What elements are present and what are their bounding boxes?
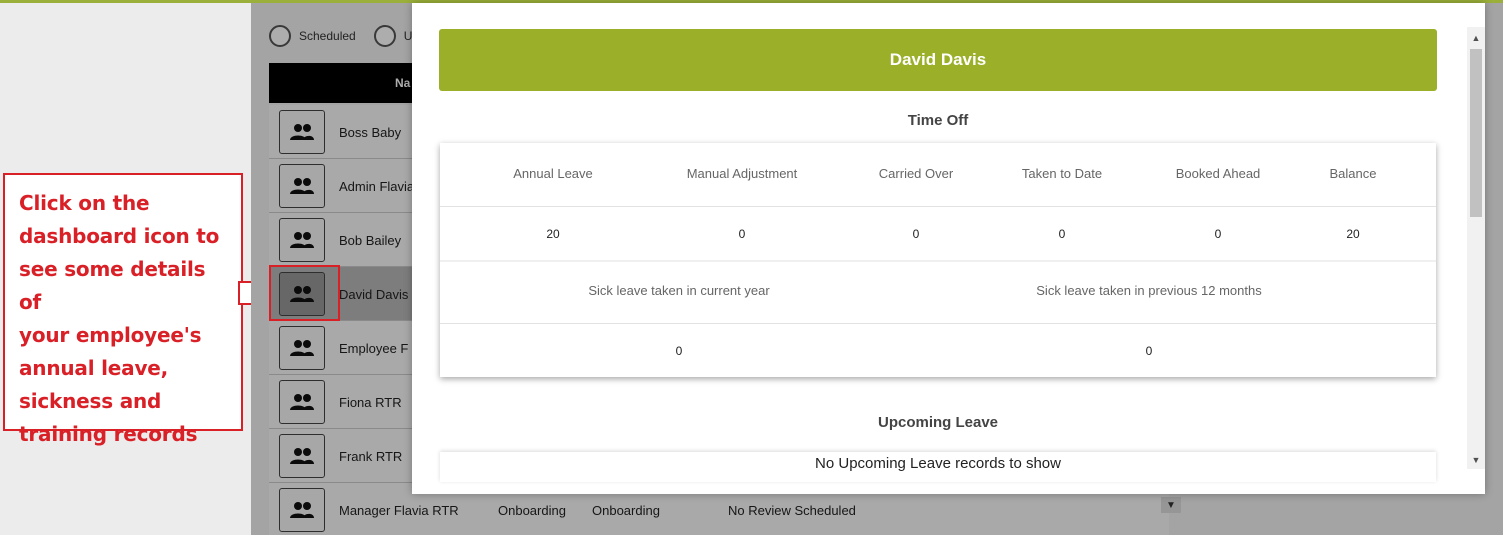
employee-name: Bob Bailey <box>339 233 402 248</box>
scroll-down-icon[interactable]: ▼ <box>1471 455 1481 465</box>
dashboard-button[interactable] <box>279 434 325 478</box>
header-booked-ahead: Booked Ahead <box>1175 166 1261 181</box>
dashboard-button[interactable] <box>279 488 325 532</box>
scrollbar-thumb[interactable] <box>1470 49 1482 217</box>
value-manual-adjustment: 0 <box>738 227 746 241</box>
instruction-callout: Click on the dashboard icon to see some … <box>3 173 243 446</box>
header-sick-previous-12-months: Sick leave taken in previous 12 months <box>1036 283 1262 298</box>
header-sick-current-year: Sick leave taken in current year <box>588 283 770 298</box>
radio-button[interactable] <box>269 25 291 47</box>
header-taken-to-date: Taken to Date <box>1021 166 1103 181</box>
chevron-down-icon[interactable]: ▼ <box>1161 497 1181 513</box>
people-icon <box>290 124 314 140</box>
radio-button[interactable] <box>373 25 396 47</box>
upcoming-leave-title: Upcoming Leave <box>877 414 999 431</box>
onboarding-stage: Onboarding <box>592 503 660 518</box>
filter-second[interactable]: U <box>373 25 412 47</box>
employee-name: Employee F <box>339 341 409 356</box>
header-balance: Balance <box>1329 166 1377 181</box>
value-annual-leave: 20 <box>546 227 560 241</box>
filter-scheduled[interactable]: Scheduled <box>269 25 356 47</box>
time-off-card: Annual Leave Manual Adjustment Carried O… <box>440 143 1436 377</box>
value-sick-previous-12-months: 0 <box>1145 344 1153 358</box>
dashboard-icon-highlight <box>269 265 340 321</box>
employee-name: Frank RTR <box>339 449 403 464</box>
divider <box>440 260 1436 262</box>
value-sick-current-year: 0 <box>675 344 683 358</box>
people-icon <box>290 340 314 356</box>
header-manual-adjustment: Manual Adjustment <box>686 166 798 181</box>
dashboard-button[interactable] <box>279 326 325 370</box>
employee-name: Admin Flavia <box>339 179 415 194</box>
column-header-name: Na <box>395 76 411 90</box>
upcoming-leave-empty-message: No Upcoming Leave records to show <box>440 452 1436 482</box>
people-icon <box>290 232 314 248</box>
employee-name-banner: David Davis <box>439 29 1437 91</box>
time-off-title: Time Off <box>907 112 969 129</box>
people-icon <box>290 448 314 464</box>
header-annual-leave: Annual Leave <box>513 166 593 181</box>
employee-name: Manager Flavia RTR <box>339 503 459 518</box>
employee-details-modal: David Davis Time Off Annual Leave Manual… <box>412 3 1485 494</box>
onboarding-status: Onboarding <box>498 503 566 518</box>
people-icon <box>290 502 314 518</box>
divider <box>440 206 1436 207</box>
dashboard-button[interactable] <box>279 164 325 208</box>
value-carried-over: 0 <box>912 227 920 241</box>
divider <box>440 323 1436 324</box>
dashboard-button[interactable] <box>279 110 325 154</box>
employee-name: Boss Baby <box>339 125 402 140</box>
value-booked-ahead: 0 <box>1214 227 1222 241</box>
employee-name: Fiona RTR <box>339 395 402 410</box>
modal-scrollbar[interactable]: ▲ ▼ <box>1467 27 1485 469</box>
filter-radio-group: Scheduled U <box>269 25 412 47</box>
scroll-up-icon[interactable]: ▲ <box>1471 33 1481 43</box>
callout-text: Click on the dashboard icon to see some … <box>19 191 220 446</box>
header-carried-over: Carried Over <box>878 166 954 181</box>
employee-name: David Davis <box>339 287 409 302</box>
dashboard-button[interactable] <box>279 218 325 262</box>
value-taken-to-date: 0 <box>1058 227 1066 241</box>
people-icon <box>290 394 314 410</box>
dashboard-button[interactable] <box>279 380 325 424</box>
people-icon <box>290 178 314 194</box>
value-balance: 20 <box>1346 227 1360 241</box>
filter-label: Scheduled <box>299 29 356 43</box>
review-status: No Review Scheduled <box>728 503 856 518</box>
